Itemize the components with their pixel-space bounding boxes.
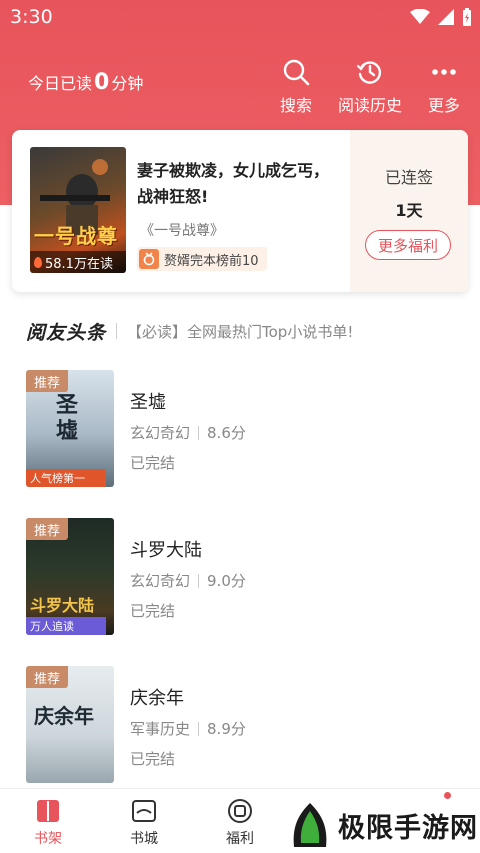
recommend-tag: 推荐 — [26, 666, 68, 688]
book-score: 9.0分 — [207, 572, 246, 590]
cover-ribbon: 万人追读 — [26, 617, 106, 635]
more-label: 更多 — [427, 96, 460, 115]
book-meta: 玄幻奇幻 9.0分 — [130, 570, 246, 591]
cover-ribbon: 人气榜第一 — [26, 469, 106, 487]
meta-divider — [198, 425, 200, 440]
book-item[interactable]: 圣墟 推荐 人气榜第一 圣墟 玄幻奇幻 8.6分 已完结 — [26, 370, 466, 488]
wifi-icon — [410, 9, 430, 24]
notification-dot — [444, 792, 451, 799]
featured-book-cover[interactable]: 一号战尊 58.1万在读 — [30, 147, 126, 273]
nav-bookstore[interactable]: 书城 — [114, 797, 174, 848]
featured-headline[interactable]: 妻子被欺凌，女儿成乞丐，战神狂怒! — [137, 158, 337, 210]
book-meta: 玄幻奇幻 8.6分 — [130, 422, 246, 443]
read-today-prefix: 今日已读 — [28, 74, 93, 93]
read-today-minutes: 0 — [94, 70, 110, 95]
bookstore-icon — [132, 800, 156, 822]
meta-divider — [198, 721, 200, 736]
nav-benefit[interactable]: 福利 — [210, 797, 270, 848]
watermark: 极限手游网 — [288, 800, 478, 850]
nav-bookshelf-label: 书架 — [34, 831, 62, 847]
battery-icon — [463, 8, 471, 26]
top-actions: 搜索 阅读历史 更多 — [280, 58, 460, 116]
nav-benefit-label: 福利 — [226, 831, 254, 847]
news-bar[interactable]: 阅友头条 【必读】全网最热门Top小说书单! — [26, 316, 466, 346]
book-cover[interactable]: 圣墟 推荐 人气榜第一 — [26, 370, 114, 487]
featured-readers: 58.1万在读 — [30, 251, 126, 273]
featured-rank-text: 赘婿完本榜前10 — [164, 253, 259, 269]
benefit-icon — [228, 799, 252, 823]
flame-icon — [34, 256, 42, 268]
status-bar: 3:30 — [0, 0, 480, 34]
more-icon — [432, 69, 456, 75]
recommend-tag: 推荐 — [26, 518, 68, 540]
history-label: 阅读历史 — [337, 96, 402, 115]
signal-icon — [438, 9, 454, 25]
book-genre: 军事历史 — [130, 720, 191, 738]
book-genre: 玄幻奇幻 — [130, 572, 191, 590]
read-today-suffix: 分钟 — [111, 74, 144, 93]
news-divider — [116, 323, 118, 339]
checkin-panel: 已连签 1天 更多福利 — [350, 130, 468, 292]
book-score: 8.6分 — [207, 424, 246, 442]
book-score: 8.9分 — [207, 720, 246, 738]
more-benefit-button[interactable]: 更多福利 — [365, 230, 451, 260]
status-icons — [410, 8, 472, 26]
more-button[interactable]: 更多 — [428, 58, 460, 116]
checkin-days: 1天 — [395, 201, 423, 220]
book-status: 已完结 — [130, 750, 176, 768]
book-cover-title: 庆余年 — [34, 704, 94, 728]
book-cover[interactable]: 庆余年 推荐 — [26, 666, 114, 783]
medal-icon — [139, 249, 159, 269]
meta-divider — [198, 573, 200, 588]
book-cover-title: 圣墟 — [56, 392, 79, 444]
search-button[interactable]: 搜索 — [280, 58, 312, 116]
book-meta: 军事历史 8.9分 — [130, 718, 246, 739]
book-cover[interactable]: 斗罗大陆 推荐 万人追读 — [26, 518, 114, 635]
news-logo: 阅友头条 — [26, 321, 107, 344]
book-title[interactable]: 斗罗大陆 — [130, 536, 202, 562]
search-icon — [283, 59, 310, 86]
book-status: 已完结 — [130, 454, 176, 472]
news-text[interactable]: 【必读】全网最热门Top小说书单! — [127, 321, 353, 342]
recommend-tag: 推荐 — [26, 370, 68, 392]
book-genre: 玄幻奇幻 — [130, 424, 191, 442]
nav-bookshelf[interactable]: 书架 — [18, 797, 78, 848]
book-title[interactable]: 庆余年 — [130, 684, 184, 710]
search-label: 搜索 — [279, 96, 312, 115]
book-title[interactable]: 圣墟 — [130, 388, 166, 414]
book-item[interactable]: 斗罗大陆 推荐 万人追读 斗罗大陆 玄幻奇幻 9.0分 已完结 — [26, 518, 466, 636]
featured-readers-text: 58.1万在读 — [45, 256, 113, 272]
book-cover-title: 斗罗大陆 — [30, 596, 95, 615]
status-time: 3:30 — [10, 6, 53, 28]
featured-book-name: 《一号战尊》 — [140, 223, 224, 239]
watermark-text: 极限手游网 — [338, 812, 478, 844]
history-button[interactable]: 阅读历史 — [338, 58, 402, 116]
history-icon — [356, 61, 382, 84]
featured-rank[interactable]: 赘婿完本榜前10 — [137, 247, 267, 271]
checkin-label: 已连签 — [384, 168, 433, 187]
featured-cover-title: 一号战尊 — [34, 224, 118, 248]
book-item[interactable]: 庆余年 推荐 庆余年 军事历史 8.9分 已完结 — [26, 666, 466, 784]
featured-card[interactable]: 一号战尊 58.1万在读 妻子被欺凌，女儿成乞丐，战神狂怒! 《一号战尊》 赘婿… — [12, 130, 468, 292]
bookshelf-icon — [37, 800, 59, 822]
nav-bookstore-label: 书城 — [130, 831, 158, 847]
read-today: 今日已读 0 分钟 — [28, 70, 143, 95]
watermark-logo — [293, 803, 327, 847]
book-status: 已完结 — [130, 602, 176, 620]
